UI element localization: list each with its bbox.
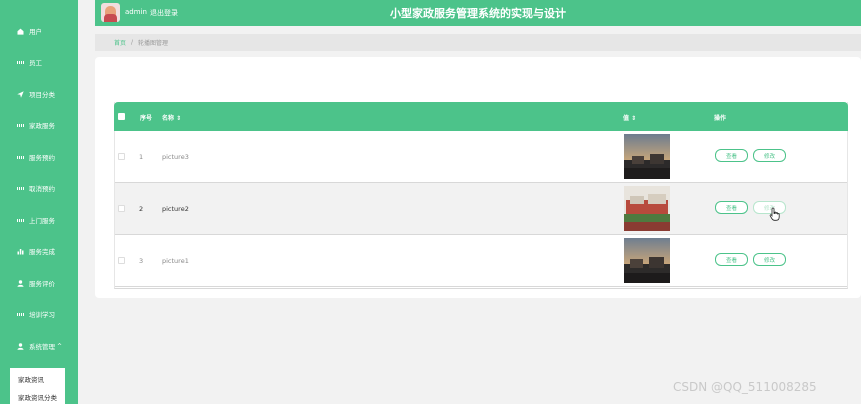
column-header-name[interactable]: 名称 ⇕ (162, 113, 181, 122)
sidebar-item-label: 员工 (29, 59, 42, 67)
sidebar-item-label: 项目分类 (29, 91, 55, 99)
data-table: 序号 名称 ⇕ 值 ⇕ 操作 1 picture3 查看 修改 2 pictur… (114, 102, 848, 289)
row-index: 2 (139, 205, 144, 213)
sidebar-item-service-booking[interactable]: 服务预约 (0, 148, 78, 166)
watermark: CSDN @QQ_511008285 (673, 380, 817, 394)
send-icon (17, 90, 24, 98)
sidebar-item-label: 服务预约 (29, 154, 55, 162)
view-button[interactable]: 查看 (715, 201, 748, 214)
hand-cursor-icon (769, 207, 781, 221)
sidebar-item-training[interactable]: 培训学习 (0, 305, 78, 323)
sidebar-item-system-management[interactable]: 系统管理 ^ (0, 337, 78, 355)
edit-button[interactable]: 修改 (753, 149, 786, 162)
grid-icon (17, 217, 24, 224)
sidebar-item-label: 家政服务 (29, 122, 55, 130)
grid-icon (17, 185, 24, 192)
top-header: admin 退出登录 小型家政服务管理系统的实现与设计 (95, 0, 861, 26)
row-name: picture2 (162, 205, 189, 213)
row-thumbnail[interactable] (624, 238, 670, 283)
table-row: 3 picture1 查看 修改 (115, 235, 847, 287)
sidebar-item-label: 服务完成 (29, 248, 55, 256)
breadcrumb-separator: / (131, 39, 134, 46)
row-checkbox[interactable] (118, 205, 125, 212)
sidebar-item-home-service[interactable]: 上门服务 (0, 211, 78, 229)
table-header: 序号 名称 ⇕ 值 ⇕ 操作 (114, 102, 848, 131)
sidebar-item-label: 用户 (29, 28, 42, 36)
sidebar-item-users[interactable]: 用户 (0, 22, 78, 40)
column-header-value[interactable]: 值 ⇕ (623, 113, 636, 122)
breadcrumb-current: 轮播图管理 (138, 40, 169, 47)
sidebar-item-label: 系统管理 (29, 343, 55, 351)
system-submenu: 家政资讯 家政资讯分类 (10, 368, 65, 404)
row-thumbnail[interactable] (624, 134, 670, 179)
grid-icon (17, 122, 24, 129)
sidebar-item-label: 取消预约 (29, 185, 55, 193)
breadcrumb: 首页 / 轮播图管理 (95, 34, 861, 51)
column-header-actions: 操作 (714, 115, 727, 122)
chevron-up-icon: ^ (57, 342, 63, 350)
content-card: 序号 名称 ⇕ 值 ⇕ 操作 1 picture3 查看 修改 2 pictur… (95, 57, 861, 298)
sidebar-item-label: 培训学习 (29, 311, 55, 319)
breadcrumb-home[interactable]: 首页 (114, 38, 126, 47)
sidebar-item-project-category[interactable]: 项目分类 (0, 85, 78, 103)
table-row: 1 picture3 查看 修改 (115, 131, 847, 183)
sidebar-item-cancel-booking[interactable]: 取消预约 (0, 179, 78, 197)
grid-icon (17, 311, 24, 318)
submenu-item-news[interactable]: 家政资讯 (18, 374, 44, 384)
row-index: 1 (139, 153, 144, 161)
user-icon (17, 279, 24, 287)
bar-chart-icon (17, 248, 24, 255)
sidebar-item-label: 服务评价 (29, 280, 55, 288)
user-icon (17, 342, 24, 350)
sidebar-item-housekeeping-service[interactable]: 家政服务 (0, 116, 78, 134)
row-thumbnail[interactable] (624, 186, 670, 231)
row-checkbox[interactable] (118, 257, 125, 264)
table-row: 2 picture2 查看 修改 (115, 183, 847, 235)
app-title: 小型家政服务管理系统的实现与设计 (390, 7, 566, 20)
sidebar-item-service-review[interactable]: 服务评价 (0, 274, 78, 292)
row-checkbox[interactable] (118, 153, 125, 160)
sidebar-item-staff[interactable]: 员工 (0, 53, 78, 71)
select-all-checkbox[interactable] (118, 113, 125, 120)
sidebar: 用户 员工 项目分类 家政服务 服务预约 取消预约 上门服务 服务完成 服务评价… (0, 0, 78, 404)
row-name: picture3 (162, 153, 189, 161)
column-header-index: 序号 (140, 115, 153, 122)
view-button[interactable]: 查看 (715, 149, 748, 162)
submenu-item-news-category[interactable]: 家政资讯分类 (18, 392, 57, 402)
sidebar-item-service-complete[interactable]: 服务完成 (0, 242, 78, 260)
home-icon (17, 28, 24, 35)
sidebar-item-label: 上门服务 (29, 217, 55, 225)
edit-button[interactable]: 修改 (753, 253, 786, 266)
grid-icon (17, 59, 24, 66)
grid-icon (17, 154, 24, 161)
row-index: 3 (139, 257, 144, 265)
view-button[interactable]: 查看 (715, 253, 748, 266)
row-name: picture1 (162, 257, 189, 265)
